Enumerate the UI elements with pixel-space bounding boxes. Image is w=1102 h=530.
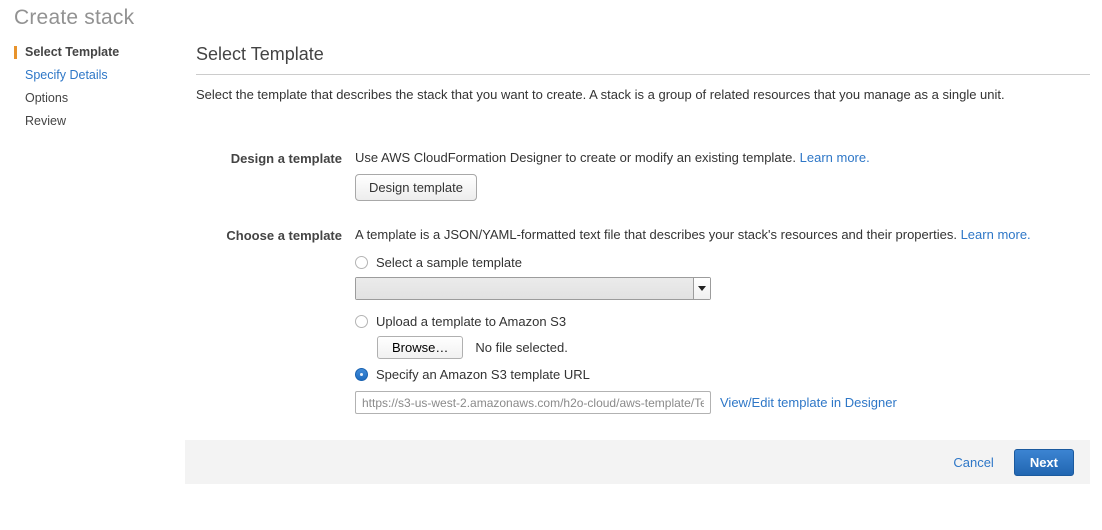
sidebar-item-options: Options xyxy=(14,92,164,105)
sidebar-item-review: Review xyxy=(14,115,164,128)
create-stack-page: Create stack Select Template Specify Det… xyxy=(0,0,1102,530)
sample-template-select[interactable] xyxy=(355,277,711,300)
choose-learn-more-link[interactable]: Learn more. xyxy=(961,227,1031,242)
wizard-steps-sidebar: Select Template Specify Details Options … xyxy=(14,46,164,138)
choose-template-label: Choose a template xyxy=(196,227,342,414)
radio-unselected-icon xyxy=(355,315,368,328)
radio-unselected-icon xyxy=(355,256,368,269)
sample-template-select-value xyxy=(356,278,693,299)
design-learn-more-link[interactable]: Learn more. xyxy=(800,150,870,165)
choose-template-row: Choose a template A template is a JSON/Y… xyxy=(196,227,1090,414)
browse-button[interactable]: Browse… xyxy=(377,336,463,359)
wizard-footer: Cancel Next xyxy=(185,440,1090,484)
view-edit-designer-link[interactable]: View/Edit template in Designer xyxy=(720,395,897,410)
radio-upload-label: Upload a template to Amazon S3 xyxy=(376,314,566,329)
upload-file-row: Browse… No file selected. xyxy=(377,336,1031,359)
section-heading: Select Template xyxy=(196,44,1090,65)
section-divider xyxy=(196,74,1090,75)
design-template-label: Design a template xyxy=(196,150,342,201)
sidebar-item-select-template: Select Template xyxy=(14,46,164,59)
cancel-button[interactable]: Cancel xyxy=(953,455,993,470)
dropdown-arrow-icon[interactable] xyxy=(693,278,710,299)
design-template-row: Design a template Use AWS CloudFormation… xyxy=(196,150,1090,201)
radio-upload-template[interactable]: Upload a template to Amazon S3 xyxy=(355,314,1031,329)
sidebar-item-specify-details[interactable]: Specify Details xyxy=(14,69,164,82)
radio-specify-url-label: Specify an Amazon S3 template URL xyxy=(376,367,590,382)
page-title: Create stack xyxy=(14,6,134,30)
choose-template-text: A template is a JSON/YAML-formatted text… xyxy=(355,227,957,242)
url-input-row: View/Edit template in Designer xyxy=(355,391,1031,414)
radio-select-sample-label: Select a sample template xyxy=(376,255,522,270)
radio-specify-url[interactable]: Specify an Amazon S3 template URL xyxy=(355,367,1031,382)
design-template-text: Use AWS CloudFormation Designer to creat… xyxy=(355,150,796,165)
file-status-text: No file selected. xyxy=(475,340,568,355)
template-url-input[interactable] xyxy=(355,391,711,414)
radio-select-sample-template[interactable]: Select a sample template xyxy=(355,255,1031,270)
section-description: Select the template that describes the s… xyxy=(196,87,1090,102)
radio-selected-icon xyxy=(355,368,368,381)
design-template-button[interactable]: Design template xyxy=(355,174,477,201)
next-button[interactable]: Next xyxy=(1014,449,1074,476)
main-panel: Select Template Select the template that… xyxy=(196,44,1090,414)
